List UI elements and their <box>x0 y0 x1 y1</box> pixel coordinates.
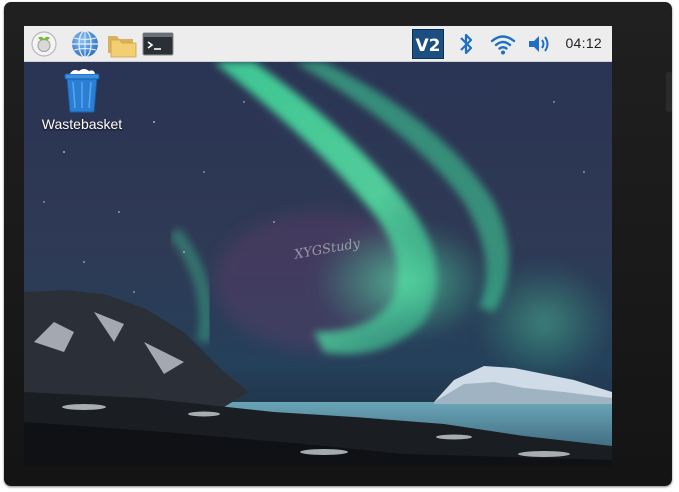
raspberry-menu-icon[interactable] <box>29 29 59 59</box>
desktop-icon-wastebasket[interactable]: Wastebasket <box>32 68 132 132</box>
desktop: XYGStudy Wastebasket <box>24 62 612 466</box>
screen: V2 04:12 XYGStudy Wastebasket <box>24 26 612 466</box>
file-manager-icon[interactable] <box>106 29 137 59</box>
vnc-server-icon[interactable]: V2 <box>412 29 444 59</box>
volume-icon[interactable] <box>524 29 554 59</box>
panel-clock[interactable]: 04:12 <box>565 35 602 51</box>
wastebasket-icon <box>64 69 100 113</box>
bluetooth-icon[interactable] <box>454 29 478 59</box>
terminal-icon[interactable] <box>142 29 174 59</box>
vnc-label: V2 <box>416 36 441 56</box>
web-browser-icon[interactable] <box>70 29 100 59</box>
top-panel: V2 04:12 <box>24 26 612 62</box>
wifi-icon[interactable] <box>488 29 518 59</box>
desktop-icon-label: Wastebasket <box>41 116 123 132</box>
display-bezel: V2 04:12 XYGStudy Wastebasket <box>4 2 672 486</box>
bezel-side-button <box>666 72 672 112</box>
